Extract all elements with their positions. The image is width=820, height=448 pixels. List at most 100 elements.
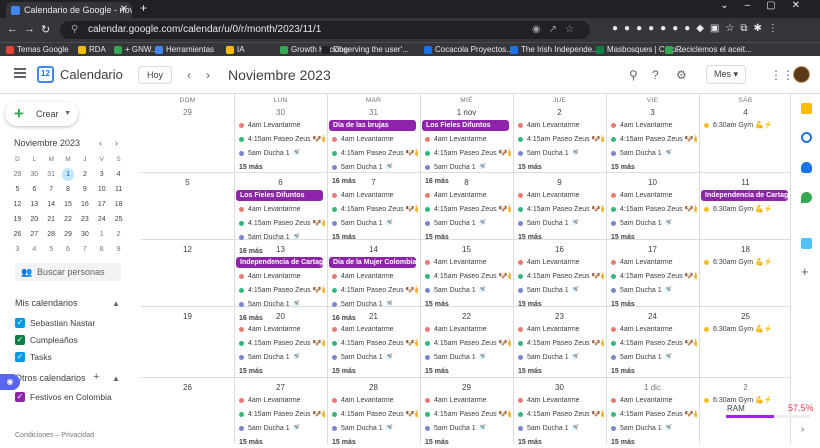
event-chip[interactable]: 4:15am Paseo Zeus 🐶👑	[610, 204, 697, 215]
meet-addon-icon[interactable]	[801, 238, 812, 249]
mini-day[interactable]: 28	[43, 227, 60, 242]
mini-day[interactable]: 11	[110, 182, 127, 197]
more-events-link[interactable]: 15 más	[517, 437, 542, 448]
event-chip[interactable]: 5am Ducha 1 🚿	[424, 218, 511, 229]
mini-day[interactable]: 9	[76, 182, 93, 197]
mini-day[interactable]: 17	[93, 197, 110, 212]
mini-day[interactable]: 30	[76, 227, 93, 242]
day-number[interactable]: 2	[699, 383, 792, 392]
day-number[interactable]: 11	[699, 178, 792, 187]
mini-day[interactable]: 24	[93, 212, 110, 227]
bookmark-item[interactable]: RDA	[78, 43, 106, 56]
event-chip[interactable]: 5am Ducha 1 🚿	[517, 352, 604, 363]
event-chip[interactable]: 4am Levantarme	[424, 324, 511, 335]
day-number[interactable]: 25	[699, 312, 792, 321]
event-chip[interactable]: 5am Ducha 1 🚿	[424, 423, 511, 434]
day-number[interactable]: 10	[606, 178, 699, 187]
holiday-chip[interactable]: Independencia de Cartagen	[236, 257, 323, 268]
day-number[interactable]: 31	[327, 108, 420, 117]
new-tab-icon[interactable]: +	[140, 1, 147, 15]
event-chip[interactable]: 6:30am Gym 💪⚡	[703, 257, 790, 268]
event-chip[interactable]: 4:15am Paseo Zeus 🐶👑	[517, 409, 604, 420]
event-chip[interactable]: 5am Ducha 1 🚿	[331, 423, 418, 434]
mini-day[interactable]: 23	[76, 212, 93, 227]
event-chip[interactable]: 4am Levantarme	[517, 120, 604, 131]
event-chip[interactable]: 4:15am Paseo Zeus 🐶👑	[424, 271, 511, 282]
event-chip[interactable]: 4am Levantarme	[238, 120, 325, 131]
calendar-item[interactable]: ✓ Cumpleaños	[15, 335, 78, 345]
day-number[interactable]: 13	[234, 245, 327, 254]
settings-gear-icon[interactable]: ⚙	[676, 68, 687, 82]
day-number[interactable]: 9	[513, 178, 606, 187]
event-chip[interactable]: 5am Ducha 1 🚿	[424, 285, 511, 296]
event-chip[interactable]: 4am Levantarme	[424, 134, 511, 145]
event-chip[interactable]: 4am Levantarme	[610, 190, 697, 201]
event-chip[interactable]: 4:15am Paseo Zeus 🐶👑	[517, 134, 604, 145]
event-chip[interactable]: 4:15am Paseo Zeus 🐶👑	[331, 204, 418, 215]
day-number[interactable]: 4	[699, 108, 792, 117]
day-number[interactable]: 30	[513, 383, 606, 392]
add-calendar-icon[interactable]: +	[93, 371, 99, 383]
browser-tab[interactable]: Calendario de Google - noviembre ✕	[6, 2, 132, 18]
event-chip[interactable]: 5am Ducha 1 🚿	[424, 352, 511, 363]
event-chip[interactable]: 5am Ducha 1 🚿	[517, 285, 604, 296]
event-chip[interactable]: 5am Ducha 1 🚿	[331, 352, 418, 363]
mini-day[interactable]: 3	[93, 167, 110, 182]
mini-day[interactable]: 30	[26, 167, 43, 182]
footer-links[interactable]: Condiciones – Privacidad	[15, 432, 94, 439]
event-chip[interactable]: 4am Levantarme	[517, 324, 604, 335]
event-chip[interactable]: 6:30am Gym 💪⚡	[703, 324, 790, 335]
bookmark-item[interactable]: IA	[226, 43, 245, 56]
mini-day[interactable]: 15	[60, 197, 77, 212]
mini-day[interactable]: 2	[76, 167, 93, 182]
mini-day[interactable]: 3	[9, 242, 26, 257]
event-chip[interactable]: 4am Levantarme	[517, 395, 604, 406]
event-chip[interactable]: 5am Ducha 1 🚿	[610, 285, 697, 296]
mini-day[interactable]: 18	[110, 197, 127, 212]
checkbox[interactable]: ✓	[15, 352, 25, 362]
event-chip[interactable]: 5am Ducha 1 🚿	[517, 218, 604, 229]
event-chip[interactable]: 4:15am Paseo Zeus 🐶👑	[331, 148, 418, 159]
event-chip[interactable]: 4am Levantarme	[517, 257, 604, 268]
discord-overlay-icon[interactable]: ◉	[0, 374, 20, 390]
event-chip[interactable]: 4am Levantarme	[610, 257, 697, 268]
event-chip[interactable]: 4am Levantarme	[331, 395, 418, 406]
event-chip[interactable]: 5am Ducha 1 🚿	[610, 423, 697, 434]
event-chip[interactable]: 5am Ducha 1 🚿	[517, 423, 604, 434]
event-chip[interactable]: 5am Ducha 1 🚿	[517, 148, 604, 159]
event-chip[interactable]: 4:15am Paseo Zeus 🐶👑	[610, 409, 697, 420]
mini-day[interactable]: 6	[26, 182, 43, 197]
extensions-bar[interactable]: ●●●●●●●◆▣☆⧉✱⋮	[612, 23, 784, 34]
maps-icon[interactable]	[801, 192, 812, 203]
more-events-link[interactable]: 15 más	[424, 366, 449, 377]
mini-day[interactable]: 8	[60, 182, 77, 197]
mini-day[interactable]: 14	[43, 197, 60, 212]
mini-day[interactable]: 4	[110, 167, 127, 182]
mini-day[interactable]: 26	[9, 227, 26, 242]
mini-day[interactable]: 27	[26, 227, 43, 242]
day-number[interactable]: 2	[513, 108, 606, 117]
mini-day[interactable]: 20	[26, 212, 43, 227]
mini-day[interactable]: 1	[93, 227, 110, 242]
event-chip[interactable]: 4am Levantarme	[424, 257, 511, 268]
event-chip[interactable]: 6:30am Gym 💪⚡	[703, 204, 790, 215]
event-chip[interactable]: 4am Levantarme	[424, 395, 511, 406]
day-number[interactable]: 20	[234, 312, 327, 321]
event-chip[interactable]: 4am Levantarme	[331, 324, 418, 335]
mini-day[interactable]: 5	[43, 242, 60, 257]
event-chip[interactable]: 4:15am Paseo Zeus 🐶👑	[238, 134, 325, 145]
search-icon[interactable]: ⚲	[629, 68, 638, 82]
mini-day[interactable]: 12	[9, 197, 26, 212]
day-number[interactable]: 29	[420, 383, 513, 392]
close-tab-icon[interactable]: ✕	[120, 2, 128, 18]
event-chip[interactable]: 4am Levantarme	[610, 395, 697, 406]
event-chip[interactable]: 5am Ducha 1 🚿	[331, 218, 418, 229]
event-chip[interactable]: 4:15am Paseo Zeus 🐶👑	[610, 271, 697, 282]
more-events-link[interactable]: 15 más	[331, 232, 356, 243]
event-chip[interactable]: 5am Ducha 1 🚿	[424, 162, 511, 173]
view-selector[interactable]: Mes ▾	[706, 65, 746, 84]
more-events-link[interactable]: 15 más	[238, 437, 263, 448]
bookmark-item[interactable]: The Irish Independe...	[510, 43, 599, 56]
day-number[interactable]: 19	[141, 312, 234, 321]
mini-prev-icon[interactable]: ‹	[99, 138, 102, 148]
